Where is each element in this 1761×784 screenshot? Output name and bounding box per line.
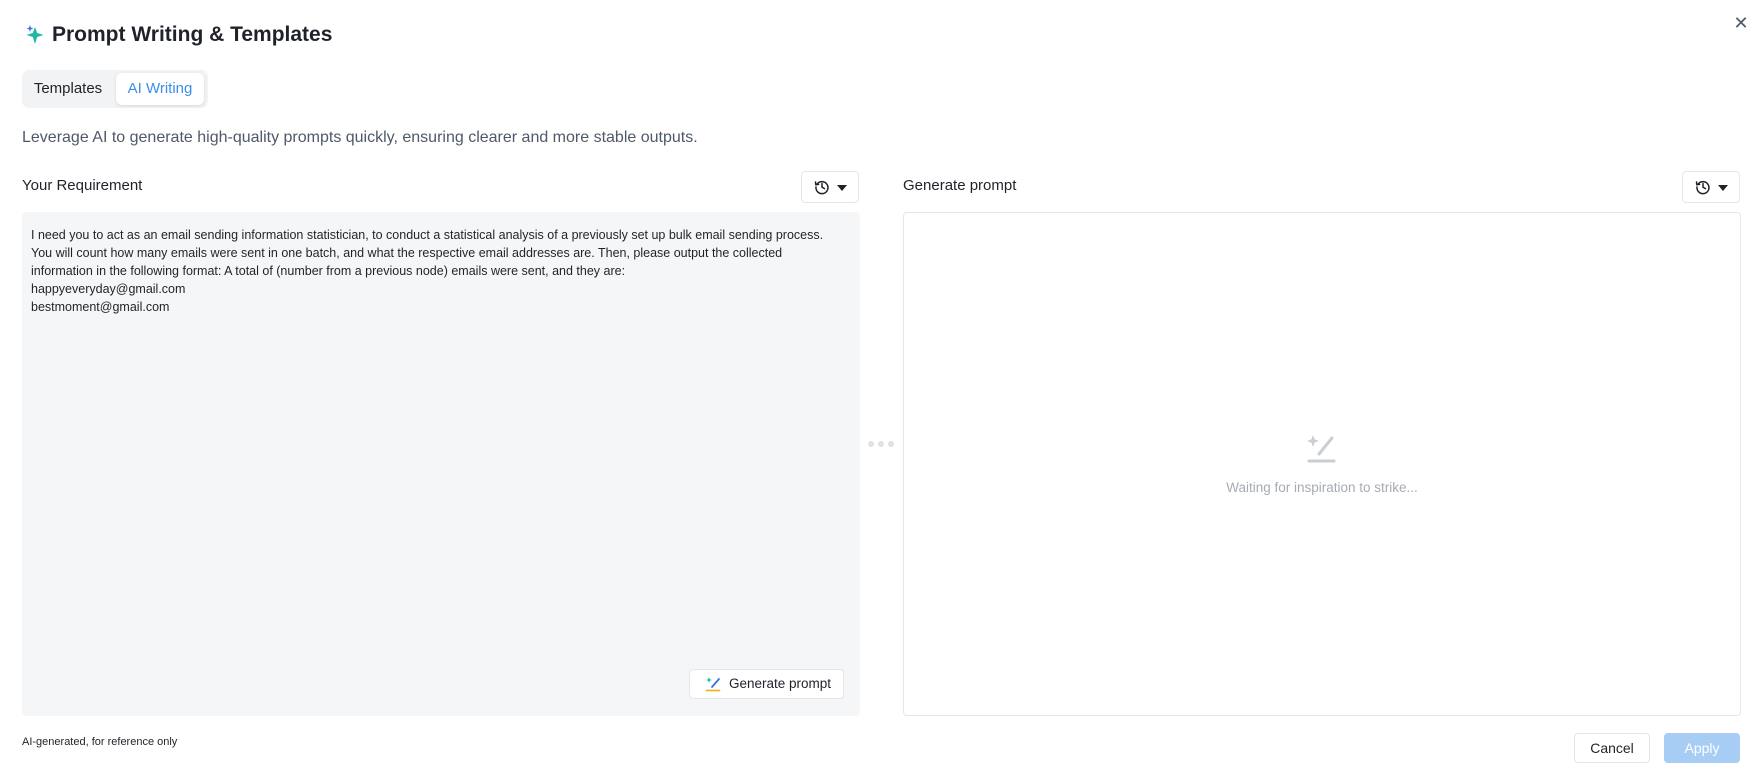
- chevron-down-icon: [1718, 185, 1728, 191]
- panel-resize-handle[interactable]: [866, 440, 896, 448]
- requirement-label: Your Requirement: [22, 177, 143, 194]
- cancel-button[interactable]: Cancel: [1574, 733, 1650, 763]
- history-clock-icon: [814, 180, 829, 195]
- mode-tabs: Templates AI Writing: [22, 70, 208, 108]
- magic-wand-icon: [1307, 435, 1336, 463]
- generate-prompt-button-label: Generate prompt: [729, 676, 832, 691]
- generated-prompt-output: Waiting for inspiration to strike...: [903, 212, 1741, 716]
- sparkle-icon: [26, 25, 44, 44]
- history-clock-icon: [1695, 180, 1710, 195]
- requirement-history-button[interactable]: [801, 171, 859, 203]
- tab-templates[interactable]: Templates: [26, 73, 110, 105]
- page-description: Leverage AI to generate high-quality pro…: [22, 129, 698, 146]
- close-icon[interactable]: ✕: [1730, 12, 1752, 34]
- generate-prompt-button[interactable]: Generate prompt: [689, 669, 844, 699]
- dialog-title: Prompt Writing & Templates: [52, 23, 333, 46]
- ai-disclaimer: AI-generated, for reference only: [22, 736, 178, 748]
- chevron-down-icon: [837, 185, 847, 191]
- magic-wand-icon: [705, 677, 721, 692]
- requirement-textarea[interactable]: I need you to act as an email sending in…: [22, 212, 860, 716]
- requirement-text[interactable]: I need you to act as an email sending in…: [31, 226, 851, 316]
- generate-prompt-label: Generate prompt: [903, 177, 1017, 194]
- empty-state-text: Waiting for inspiration to strike...: [1226, 480, 1418, 495]
- tab-ai-writing[interactable]: AI Writing: [116, 73, 204, 105]
- output-history-button[interactable]: [1682, 171, 1740, 203]
- apply-button[interactable]: Apply: [1664, 733, 1740, 763]
